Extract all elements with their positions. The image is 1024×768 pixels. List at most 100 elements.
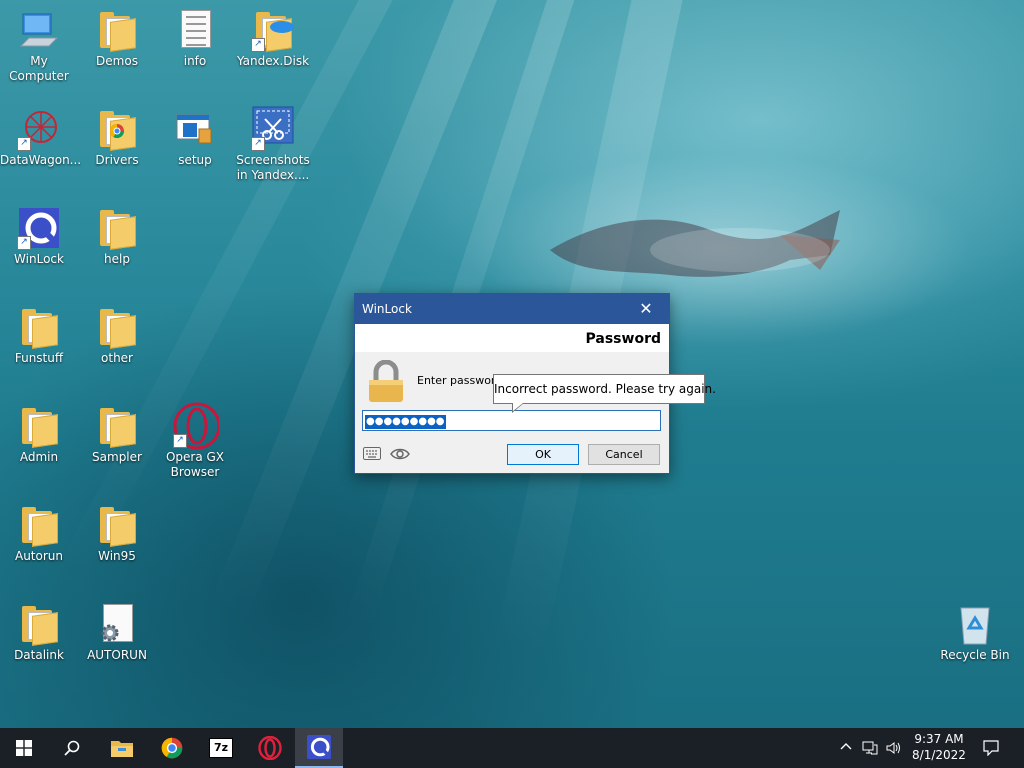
desktop-icon-recycle-bin[interactable]: Recycle Bin bbox=[936, 596, 1014, 663]
system-clock[interactable]: 9:37 AM 8/1/2022 bbox=[906, 731, 972, 763]
desktop-icon-info[interactable]: info bbox=[156, 2, 234, 69]
folder-icon bbox=[22, 309, 58, 349]
start-icon bbox=[16, 740, 32, 756]
desktop-icon-sampler[interactable]: Sampler bbox=[78, 398, 156, 465]
keyboard-icon[interactable] bbox=[363, 447, 381, 460]
chrome-badge-icon bbox=[110, 124, 124, 138]
taskbar-opera[interactable] bbox=[246, 728, 294, 768]
icon-label: My Computer bbox=[9, 54, 69, 83]
show-hidden-icons-chevron-icon[interactable] bbox=[838, 740, 854, 756]
icon-label: DataWagon... bbox=[0, 153, 82, 167]
desktop-icon-funstuff[interactable]: Funstuff bbox=[0, 299, 78, 366]
desktop-icon-help[interactable]: help bbox=[78, 200, 156, 267]
taskbar-winlock[interactable] bbox=[295, 728, 343, 768]
action-center-notification-icon[interactable] bbox=[983, 740, 999, 757]
folder-icon bbox=[22, 606, 58, 646]
desktop-icon-opera-gx[interactable]: ↗ Opera GX Browser bbox=[156, 398, 234, 480]
7zip-icon: 7z bbox=[209, 738, 233, 758]
padlock-icon bbox=[369, 360, 403, 402]
desktop-icon-other[interactable]: other bbox=[78, 299, 156, 366]
password-value: ●●●●●●●●● bbox=[365, 415, 446, 429]
shortcut-arrow-icon: ↗ bbox=[173, 434, 187, 448]
icon-label: setup bbox=[178, 153, 212, 167]
icon-label: WinLock bbox=[14, 252, 64, 266]
desktop-icon-my-computer[interactable]: My Computer bbox=[0, 2, 78, 84]
desktop-icon-winlock[interactable]: ↗ WinLock bbox=[0, 200, 78, 267]
icon-label: help bbox=[104, 252, 130, 266]
tooltip-tail-fill bbox=[513, 403, 523, 411]
error-tooltip: Incorrect password. Please try again. bbox=[493, 374, 716, 413]
close-button[interactable]: ✕ bbox=[623, 294, 669, 324]
cancel-button[interactable]: Cancel bbox=[588, 444, 660, 465]
icon-label: Funstuff bbox=[14, 351, 64, 365]
clock-date: 8/1/2022 bbox=[912, 748, 966, 762]
shortcut-arrow-icon: ↗ bbox=[251, 137, 265, 151]
folder-icon bbox=[100, 12, 136, 52]
clock-time: 9:37 AM bbox=[914, 732, 964, 746]
desktop-icon-datalink[interactable]: Datalink bbox=[0, 596, 78, 663]
desktop-icon-yandex-disk[interactable]: ↗ Yandex.Disk bbox=[234, 2, 312, 69]
desktop-icon-drivers[interactable]: Drivers bbox=[78, 101, 156, 168]
desktop-icon-autorun-file[interactable]: AUTORUN bbox=[78, 596, 156, 663]
text-file-icon bbox=[181, 10, 211, 48]
taskbar-file-explorer[interactable] bbox=[98, 728, 146, 768]
dialog-title-bar[interactable]: WinLock ✕ bbox=[355, 294, 669, 324]
icon-label: Datalink bbox=[14, 648, 64, 662]
icon-label: Screenshots in Yandex.... bbox=[236, 153, 310, 182]
dialog-title: WinLock bbox=[362, 302, 412, 316]
folder-icon bbox=[22, 408, 58, 448]
opera-icon bbox=[258, 736, 282, 760]
desktop-icon-admin[interactable]: Admin bbox=[0, 398, 78, 465]
dialog-header: Password bbox=[355, 324, 669, 352]
icon-label: Yandex.Disk bbox=[236, 54, 310, 68]
icon-label: Recycle Bin bbox=[940, 648, 1010, 662]
recycle-bin-icon bbox=[960, 607, 990, 645]
icon-label: Win95 bbox=[98, 549, 136, 563]
desktop-icon-win95[interactable]: Win95 bbox=[78, 497, 156, 564]
network-icon[interactable] bbox=[862, 740, 878, 756]
taskbar: 7z 9:37 AM 8/1/2022 bbox=[0, 728, 1024, 768]
icon-label: Admin bbox=[19, 450, 59, 464]
shortcut-arrow-icon: ↗ bbox=[17, 236, 31, 250]
chrome-icon bbox=[161, 737, 183, 759]
close-icon: ✕ bbox=[639, 299, 653, 318]
folder-icon bbox=[22, 507, 58, 547]
desktop-icon-screenshots[interactable]: ↗ Screenshots in Yandex.... bbox=[234, 101, 312, 183]
folder-icon bbox=[100, 408, 136, 448]
desktop-icon-autorun[interactable]: Autorun bbox=[0, 497, 78, 564]
shortcut-arrow-icon: ↗ bbox=[251, 38, 265, 52]
icon-label: other bbox=[101, 351, 133, 365]
taskbar-chrome[interactable] bbox=[148, 728, 196, 768]
icon-label: Sampler bbox=[92, 450, 142, 464]
gear-icon bbox=[101, 624, 119, 642]
icon-label: Autorun bbox=[14, 549, 63, 563]
desktop-icon-setup[interactable]: setup bbox=[156, 101, 234, 168]
icon-label: Opera GX Browser bbox=[165, 450, 225, 479]
file-explorer-icon bbox=[111, 741, 133, 757]
start-button[interactable] bbox=[0, 728, 48, 768]
desktop-icon-datawagon[interactable]: ↗ DataWagon... bbox=[0, 101, 82, 168]
folder-icon bbox=[100, 210, 136, 250]
dialog-heading: Password bbox=[585, 331, 661, 347]
setup-icon bbox=[176, 114, 212, 144]
search-icon bbox=[64, 740, 80, 756]
password-input[interactable]: ●●●●●●●●● bbox=[362, 410, 661, 431]
cloud-icon bbox=[270, 21, 294, 33]
ok-button[interactable]: OK bbox=[507, 444, 579, 465]
icon-label: Drivers bbox=[95, 153, 139, 167]
icon-label: AUTORUN bbox=[87, 648, 147, 662]
icon-label: info bbox=[183, 54, 207, 68]
show-password-eye-icon[interactable] bbox=[390, 446, 410, 462]
search-button[interactable] bbox=[48, 728, 96, 768]
shortcut-arrow-icon: ↗ bbox=[17, 137, 31, 151]
error-tooltip-text: Incorrect password. Please try again. bbox=[494, 382, 716, 396]
folder-icon bbox=[100, 507, 136, 547]
desktop-icon-demos[interactable]: Demos bbox=[78, 2, 156, 69]
password-prompt-label: Enter password bbox=[417, 374, 503, 387]
icon-label: Demos bbox=[96, 54, 138, 68]
computer-icon bbox=[19, 13, 59, 47]
folder-icon bbox=[100, 309, 136, 349]
winlock-icon bbox=[307, 735, 331, 759]
volume-icon[interactable] bbox=[886, 740, 902, 756]
taskbar-7zip[interactable]: 7z bbox=[197, 728, 245, 768]
